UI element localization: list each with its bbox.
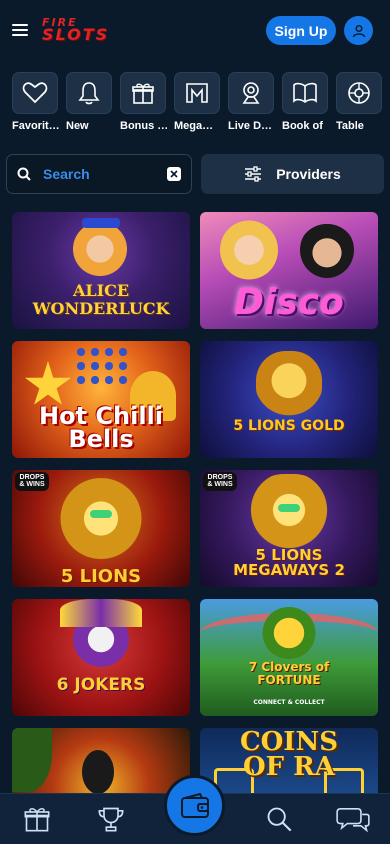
top-header: FIRE SLOTS Sign Up (0, 0, 390, 60)
category-favorites[interactable]: Favorit… (12, 72, 60, 132)
nav-promotions[interactable] (17, 799, 57, 839)
gift-icon (132, 83, 154, 104)
category-live-dealer[interactable]: Live D… (228, 72, 274, 132)
game-tile-6-jokers[interactable]: 6 JOKERS (12, 599, 190, 716)
wallet-icon (180, 792, 209, 818)
profile-button[interactable] (344, 16, 373, 45)
game-tile-disco[interactable]: Disco (200, 212, 378, 329)
category-bonus[interactable]: Bonus … (120, 72, 168, 132)
search-placeholder: Search (43, 166, 90, 182)
search-icon (17, 167, 31, 181)
games-grid: ALICE WONDERLUCK Disco Hot Chilli Bells … (12, 212, 378, 844)
clear-search-icon[interactable] (167, 167, 181, 181)
gift-icon (24, 808, 50, 832)
logo[interactable]: FIRE SLOTS (42, 17, 109, 43)
game-tile-hot-chilli-bells[interactable]: Hot Chilli Bells (12, 341, 190, 458)
providers-label: Providers (276, 166, 341, 182)
live-dealer-icon (242, 82, 260, 104)
mega-icon (186, 83, 208, 103)
search-icon (267, 807, 292, 832)
nav-tournaments[interactable] (91, 799, 131, 839)
user-icon (352, 24, 365, 37)
nav-search[interactable] (259, 799, 299, 839)
heart-icon (22, 82, 48, 104)
filter-sliders-icon (245, 166, 262, 182)
drops-wins-badge: DROPS & WINS (15, 472, 49, 491)
sign-up-button[interactable]: Sign Up (266, 16, 336, 45)
roulette-icon (348, 82, 370, 104)
category-new[interactable]: New (66, 72, 112, 132)
category-megaways[interactable]: Mega… (174, 72, 220, 132)
bell-icon (78, 82, 100, 105)
trophy-icon (98, 807, 124, 832)
category-table[interactable]: Table (336, 72, 382, 132)
category-bar: Favorit… New Bonus … Mega… Live D… Book … (12, 72, 382, 132)
providers-button[interactable]: Providers (201, 154, 384, 194)
category-book-of[interactable]: Book of (282, 72, 328, 132)
search-input[interactable]: Search (6, 154, 192, 194)
book-icon (293, 82, 317, 103)
nav-chat[interactable] (333, 799, 373, 839)
game-tile-5-lions-megaways-2[interactable]: DROPS & WINS 5 LIONS MEGAWAYS 2 (200, 470, 378, 587)
search-row: Search Providers (6, 154, 384, 194)
chat-icon (336, 808, 370, 833)
game-tile-5-lions[interactable]: DROPS & WINS 5 LIONS (12, 470, 190, 587)
menu-icon[interactable] (12, 24, 28, 36)
game-tile-5-lions-gold[interactable]: 5 LIONS GOLD (200, 341, 378, 458)
game-tile-alice-wonderluck[interactable]: ALICE WONDERLUCK (12, 212, 190, 329)
wallet-button[interactable] (164, 775, 225, 836)
game-tile-7-clovers-of-fortune[interactable]: 7 Clovers of FORTUNE CONNECT & COLLECT (200, 599, 378, 716)
drops-wins-badge: DROPS & WINS (203, 472, 237, 491)
